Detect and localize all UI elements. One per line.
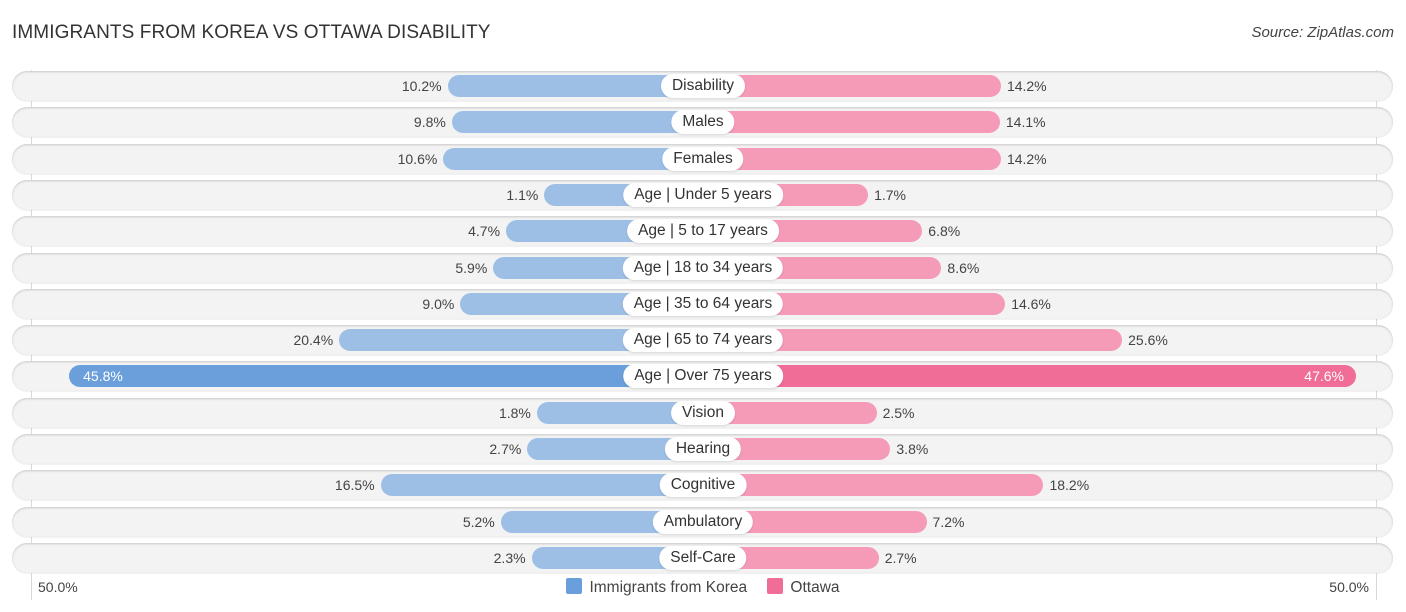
category-label-age-under-5-years: Age | Under 5 years bbox=[623, 182, 783, 207]
category-label-vision: Vision bbox=[671, 400, 735, 425]
value-label-ottawa-age-5-to-17-years: 6.8% bbox=[928, 223, 961, 240]
row-age-65-to-74-years: Age | 65 to 74 years 20.4% 25.6% bbox=[12, 325, 1393, 356]
row-cognitive: Cognitive 16.5% 18.2% bbox=[12, 470, 1393, 501]
category-label-females: Females bbox=[662, 146, 744, 171]
value-label-korea-cognitive: 16.5% bbox=[334, 477, 375, 494]
legend-item-korea[interactable]: Immigrants from Korea bbox=[566, 578, 747, 597]
chart-rows: Disability 10.2% 14.2% Males 9.8% 14.1% Female… bbox=[0, 0, 1406, 612]
bar-ottawa-age-over-75-years[interactable] bbox=[703, 365, 1356, 388]
value-label-ottawa-age-under-5-years: 1.7% bbox=[874, 186, 906, 203]
legend-label-ottawa: Ottawa bbox=[790, 579, 840, 596]
value-label-ottawa-age-65-to-74-years: 25.6% bbox=[1128, 332, 1168, 349]
row-females: Females 10.6% 14.2% bbox=[12, 143, 1393, 174]
value-label-korea-age-under-5-years: 1.1% bbox=[506, 186, 539, 203]
category-label-self-care: Self-Care bbox=[659, 545, 747, 570]
value-label-korea-age-over-75-years: 45.8% bbox=[83, 368, 123, 385]
value-label-korea-age-5-to-17-years: 4.7% bbox=[468, 223, 501, 240]
category-label-ambulatory: Ambulatory bbox=[652, 509, 754, 534]
bar-ottawa-disability[interactable] bbox=[703, 75, 1001, 97]
value-label-korea-age-65-to-74-years: 20.4% bbox=[293, 332, 334, 349]
bar-korea-cognitive[interactable] bbox=[380, 474, 703, 497]
value-label-korea-males: 9.8% bbox=[413, 114, 446, 131]
bar-korea-males[interactable] bbox=[451, 111, 703, 134]
value-label-korea-females: 10.6% bbox=[397, 150, 438, 167]
category-label-cognitive: Cognitive bbox=[659, 473, 747, 498]
value-label-korea-age-18-to-34-years: 5.9% bbox=[455, 259, 488, 276]
category-label-disability: Disability bbox=[660, 74, 746, 98]
legend-swatch-ottawa bbox=[767, 578, 784, 594]
value-label-ottawa-age-18-to-34-years: 8.6% bbox=[947, 259, 980, 276]
row-ambulatory: Ambulatory 5.2% 7.2% bbox=[12, 506, 1393, 537]
bar-ottawa-males[interactable] bbox=[703, 111, 1000, 134]
row-disability: Disability 10.2% 14.2% bbox=[12, 71, 1393, 101]
value-label-ottawa-females: 14.2% bbox=[1006, 150, 1047, 167]
value-label-ottawa-ambulatory: 7.2% bbox=[932, 513, 965, 530]
legend-label-korea: Immigrants from Korea bbox=[589, 579, 748, 596]
row-males: Males 9.8% 14.1% bbox=[12, 107, 1393, 138]
value-label-ottawa-vision: 2.5% bbox=[882, 404, 915, 421]
value-label-korea-vision: 1.8% bbox=[498, 404, 531, 421]
value-label-korea-ambulatory: 5.2% bbox=[462, 513, 495, 530]
legend-swatch-korea bbox=[566, 578, 583, 594]
bar-ottawa-cognitive[interactable] bbox=[703, 474, 1044, 497]
bar-korea-age-over-75-years[interactable] bbox=[69, 365, 703, 388]
value-label-korea-self-care: 2.3% bbox=[493, 549, 526, 566]
row-age-35-to-64-years: Age | 35 to 64 years 9.0% 14.6% bbox=[12, 288, 1393, 319]
value-label-ottawa-males: 14.1% bbox=[1005, 114, 1046, 131]
category-label-hearing: Hearing bbox=[664, 437, 742, 461]
row-age-under-5-years: Age | Under 5 years 1.1% 1.7% bbox=[12, 179, 1393, 210]
value-label-ottawa-age-over-75-years: 47.6% bbox=[1304, 368, 1344, 385]
value-label-ottawa-age-35-to-64-years: 14.6% bbox=[1011, 295, 1051, 312]
row-hearing: Hearing 2.7% 3.8% bbox=[12, 434, 1393, 464]
value-label-ottawa-hearing: 3.8% bbox=[896, 441, 929, 457]
legend: Immigrants from Korea Ottawa bbox=[0, 578, 1406, 597]
row-age-18-to-34-years: Age | 18 to 34 years 5.9% 8.6% bbox=[12, 252, 1393, 283]
row-age-over-75-years: Age | Over 75 years 45.8% 47.6% bbox=[12, 361, 1393, 392]
row-self-care: Self-Care 2.3% 2.7% bbox=[12, 542, 1393, 573]
value-label-korea-age-35-to-64-years: 9.0% bbox=[422, 295, 455, 312]
value-label-korea-hearing: 2.7% bbox=[489, 441, 522, 457]
category-label-age-over-75-years: Age | Over 75 years bbox=[623, 364, 783, 389]
value-label-ottawa-self-care: 2.7% bbox=[884, 549, 917, 566]
value-label-korea-disability: 10.2% bbox=[401, 78, 442, 94]
category-label-age-18-to-34-years: Age | 18 to 34 years bbox=[622, 255, 784, 280]
value-label-ottawa-cognitive: 18.2% bbox=[1049, 477, 1090, 494]
bar-ottawa-females[interactable] bbox=[703, 147, 1001, 170]
category-label-males: Males bbox=[671, 110, 735, 135]
category-label-age-35-to-64-years: Age | 35 to 64 years bbox=[622, 291, 784, 316]
row-age-5-to-17-years: Age | 5 to 17 years 4.7% 6.8% bbox=[12, 216, 1393, 247]
category-label-age-5-to-17-years: Age | 5 to 17 years bbox=[627, 219, 779, 244]
legend-item-ottawa[interactable]: Ottawa bbox=[767, 578, 840, 597]
value-label-ottawa-disability: 14.2% bbox=[1006, 78, 1047, 94]
category-label-age-65-to-74-years: Age | 65 to 74 years bbox=[622, 328, 784, 353]
row-vision: Vision 1.8% 2.5% bbox=[12, 397, 1393, 428]
